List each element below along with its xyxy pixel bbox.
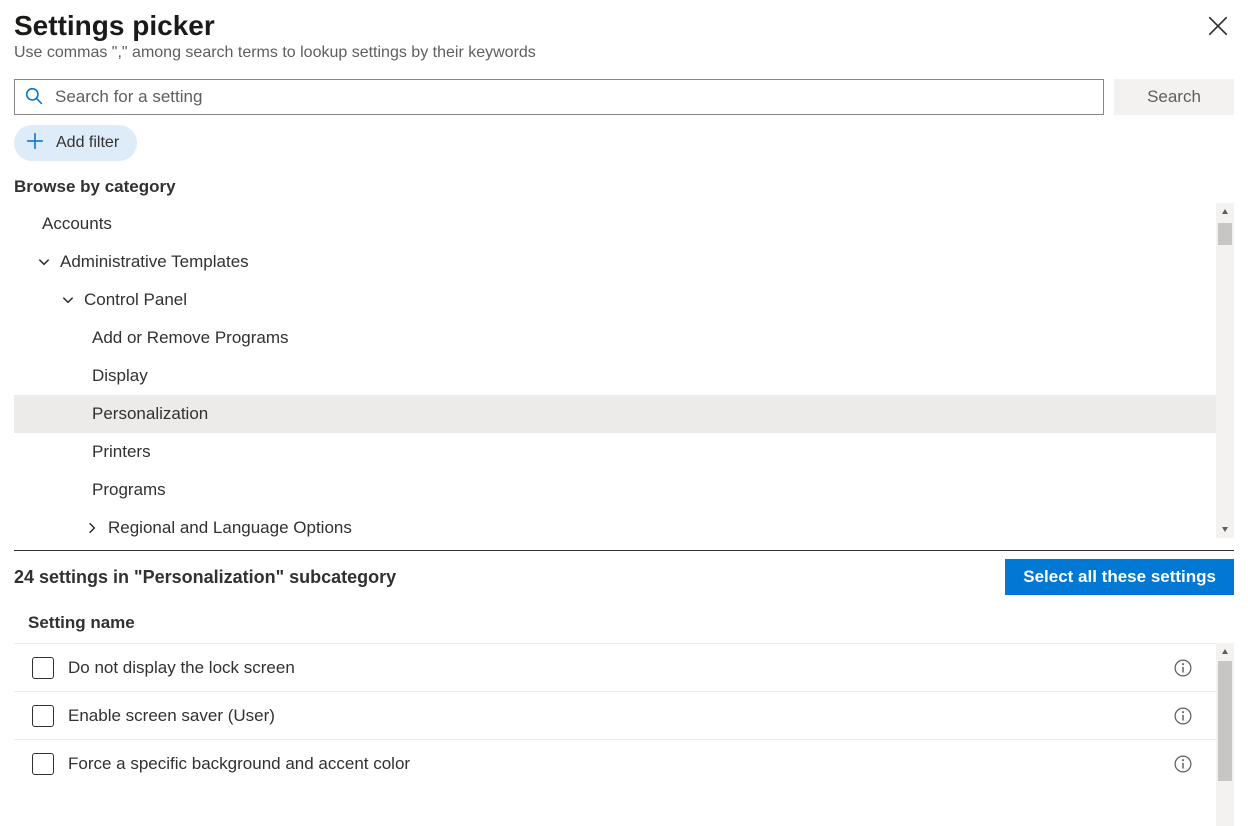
results-count: 24 settings in "Personalization" subcate… <box>14 567 396 588</box>
tree-item-label: Accounts <box>42 214 112 234</box>
tree-item-label: Printers <box>92 442 151 462</box>
chevron-right-icon[interactable] <box>84 520 100 536</box>
add-filter-button[interactable]: Add filter <box>14 125 137 161</box>
tree-item-label: Personalization <box>92 404 208 424</box>
setting-row[interactable]: Force a specific background and accent c… <box>14 739 1234 787</box>
tree-item[interactable]: Printers <box>14 433 1234 471</box>
panel-title: Settings picker <box>14 10 536 42</box>
scroll-up-arrow-icon[interactable] <box>1216 643 1234 661</box>
search-box[interactable] <box>14 79 1104 115</box>
browse-by-category-label: Browse by category <box>14 177 1234 197</box>
scroll-thumb[interactable] <box>1218 223 1232 245</box>
tree-item[interactable]: Programs <box>14 471 1234 509</box>
settings-list: Do not display the lock screen Enable scr… <box>14 643 1234 826</box>
scroll-down-arrow-icon[interactable] <box>1216 520 1234 538</box>
search-button[interactable]: Search <box>1114 79 1234 115</box>
add-filter-label: Add filter <box>56 134 119 152</box>
tree-item-label: Programs <box>92 480 166 500</box>
plus-icon <box>26 132 44 155</box>
setting-checkbox[interactable] <box>32 753 54 775</box>
column-header-setting-name: Setting name <box>14 605 1234 643</box>
close-icon <box>1208 24 1228 39</box>
setting-name: Do not display the lock screen <box>68 658 295 678</box>
tree-item-label: Regional and Language Options <box>108 518 352 538</box>
info-icon[interactable] <box>1174 659 1192 677</box>
setting-checkbox[interactable] <box>32 657 54 679</box>
search-input[interactable] <box>53 80 1093 114</box>
setting-name: Force a specific background and accent c… <box>68 754 410 774</box>
tree-item[interactable]: Regional and Language Options <box>14 509 1234 538</box>
scroll-thumb[interactable] <box>1218 661 1232 781</box>
list-scrollbar[interactable] <box>1216 643 1234 826</box>
tree-item[interactable]: Add or Remove Programs <box>14 319 1234 357</box>
tree-item-label: Add or Remove Programs <box>92 328 289 348</box>
setting-row[interactable]: Enable screen saver (User) <box>14 691 1234 739</box>
select-all-button[interactable]: Select all these settings <box>1005 559 1234 595</box>
info-icon[interactable] <box>1174 755 1192 773</box>
search-icon <box>25 87 43 108</box>
info-icon[interactable] <box>1174 707 1192 725</box>
panel-subtitle: Use commas "," among search terms to loo… <box>14 44 536 62</box>
tree-item[interactable]: Control Panel <box>14 281 1234 319</box>
chevron-down-icon[interactable] <box>36 254 52 270</box>
tree-item[interactable]: Accounts <box>14 205 1234 243</box>
setting-row[interactable]: Do not display the lock screen <box>14 643 1234 691</box>
tree-scrollbar[interactable] <box>1216 203 1234 538</box>
category-tree: Accounts Administrative Templates Control … <box>14 203 1234 538</box>
setting-checkbox[interactable] <box>32 705 54 727</box>
tree-item-label: Control Panel <box>84 290 187 310</box>
setting-name: Enable screen saver (User) <box>68 706 275 726</box>
divider <box>14 550 1234 551</box>
tree-item[interactable]: Administrative Templates <box>14 243 1234 281</box>
scroll-up-arrow-icon[interactable] <box>1216 203 1234 221</box>
tree-item-label: Administrative Templates <box>60 252 249 272</box>
close-button[interactable] <box>1204 12 1232 43</box>
tree-item[interactable]: Personalization <box>14 395 1234 433</box>
chevron-down-icon[interactable] <box>60 292 76 308</box>
tree-item[interactable]: Display <box>14 357 1234 395</box>
tree-item-label: Display <box>92 366 148 386</box>
